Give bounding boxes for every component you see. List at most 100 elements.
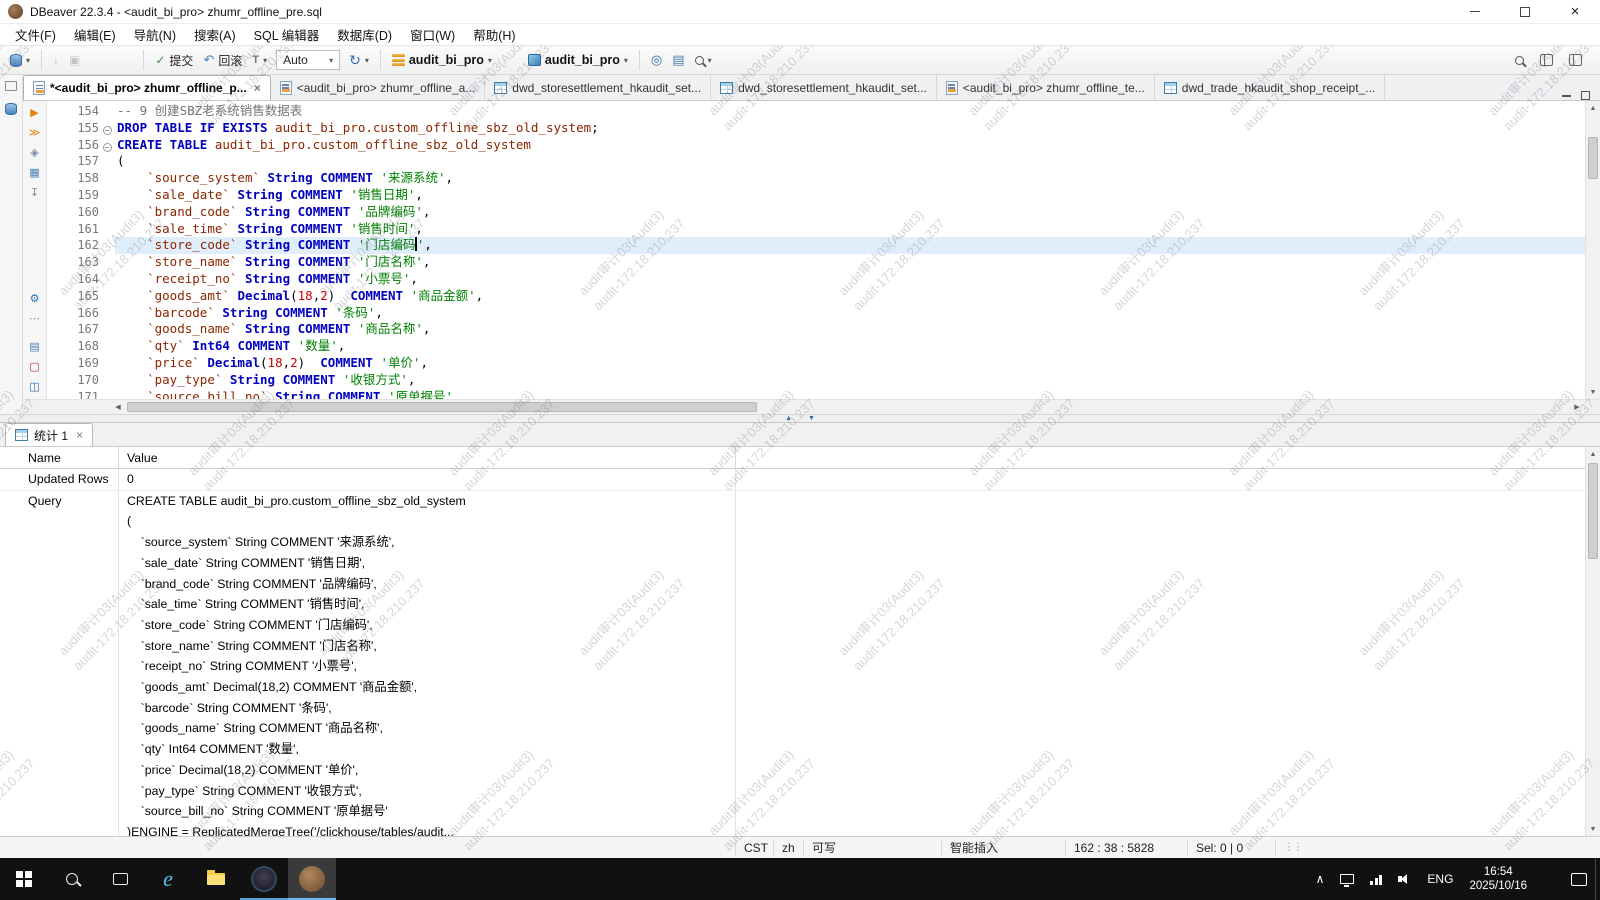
fetch-page-button[interactable]: ↓	[48, 48, 64, 72]
taskbar-clock[interactable]: 16:54 2025/10/16	[1461, 858, 1535, 900]
menu-item[interactable]: 搜索(A)	[185, 24, 245, 45]
result-value-cell[interactable]: 0	[119, 469, 736, 490]
editor-tab[interactable]: dwd_trade_hkaudit_shop_receipt_...	[1155, 75, 1385, 100]
code-text[interactable]: `brand_code` String COMMENT '品牌编码',	[115, 204, 1585, 221]
code-line[interactable]: 169 `price` Decimal(18,2) COMMENT '单价',	[47, 355, 1585, 372]
code-line[interactable]: 170 `pay_type` String COMMENT '收银方式',	[47, 372, 1585, 389]
minimize-view-icon[interactable]	[1562, 95, 1571, 97]
result-name-cell[interactable]: Query	[0, 491, 119, 836]
transaction-mode-button[interactable]: T▾	[247, 48, 272, 72]
result-name-cell[interactable]: Updated Rows	[0, 469, 119, 490]
taskbar-search-button[interactable]	[48, 858, 96, 900]
code-text[interactable]: (	[115, 153, 1585, 170]
column-header-name[interactable]: Name	[0, 447, 119, 468]
result-row[interactable]: QueryCREATE TABLE audit_bi_pro.custom_of…	[0, 491, 1600, 836]
code-text[interactable]: `source_bill_no` String COMMENT '原单据号'	[115, 389, 1585, 399]
menu-item[interactable]: 数据库(D)	[328, 24, 401, 45]
code-text[interactable]: `store_code` String COMMENT '门店编码',	[115, 237, 1585, 254]
stats-tab[interactable]: 统计 1 ×	[5, 423, 93, 446]
result-row[interactable]: Updated Rows0	[0, 469, 1600, 491]
code-line[interactable]: 155DROP TABLE IF EXISTS audit_bi_pro.cus…	[47, 120, 1585, 137]
start-button[interactable]	[0, 858, 48, 900]
code-text[interactable]: `goods_name` String COMMENT '商品名称',	[115, 321, 1585, 338]
panel-splitter[interactable]: ▲ ▼	[0, 414, 1600, 423]
file-explorer-button[interactable]	[192, 858, 240, 900]
schema-selector[interactable]: audit_bi_pro▾	[523, 48, 633, 72]
scrollbar-thumb[interactable]	[127, 402, 757, 412]
code-text[interactable]: `pay_type` String COMMENT '收银方式',	[115, 372, 1585, 389]
perspective-switch-button[interactable]	[1564, 48, 1587, 72]
editor-horizontal-scrollbar[interactable]: ◀ ▶	[23, 399, 1600, 414]
maximize-button[interactable]	[1500, 0, 1550, 23]
collapse-icon[interactable]	[103, 126, 112, 135]
scroll-left-icon[interactable]: ◀	[111, 400, 125, 414]
code-text[interactable]: `qty` Int64 COMMENT '数量',	[115, 338, 1585, 355]
explain-plan-icon[interactable]: ◈	[30, 147, 38, 159]
code-line[interactable]: 163 `store_name` String COMMENT '门店名称',	[47, 254, 1585, 271]
results-vertical-scrollbar[interactable]: ▲ ▼	[1585, 447, 1600, 836]
code-line[interactable]: 164 `receipt_no` String COMMENT '小票号',	[47, 271, 1585, 288]
editor-tab[interactable]: *<audit_bi_pro> zhumr_offline_p...×	[23, 75, 271, 100]
task-view-button[interactable]	[96, 858, 144, 900]
tray-volume-button[interactable]	[1390, 858, 1419, 900]
result-grid-icon[interactable]: ▦	[29, 167, 39, 179]
code-text[interactable]: -- 9 创建SBZ老系统销售数据表	[115, 103, 1585, 120]
minimize-button[interactable]	[1450, 0, 1500, 23]
code-line[interactable]: 158 `source_system` String COMMENT '来源系统…	[47, 170, 1585, 187]
editor-tab[interactable]: dwd_storesettlement_hkaudit_set...	[485, 75, 711, 100]
scrollbar-thumb[interactable]	[1588, 137, 1598, 179]
scroll-up-icon[interactable]: ▲	[1586, 101, 1600, 115]
code-line[interactable]: 156CREATE TABLE audit_bi_pro.custom_offl…	[47, 137, 1585, 154]
code-text[interactable]: `receipt_no` String COMMENT '小票号',	[115, 271, 1585, 288]
editor-tab[interactable]: dwd_storesettlement_hkaudit_set...	[711, 75, 937, 100]
menu-item[interactable]: 文件(F)	[6, 24, 65, 45]
language-indicator[interactable]: ENG	[1419, 858, 1461, 900]
code-text[interactable]: `sale_time` String COMMENT '销售时间',	[115, 221, 1585, 238]
new-connection-button[interactable]: ▾	[5, 48, 35, 72]
menu-item[interactable]: 导航(N)	[125, 24, 185, 45]
script-log-icon[interactable]: ▤	[29, 341, 39, 353]
code-line[interactable]: 154-- 9 创建SBZ老系统销售数据表	[47, 103, 1585, 120]
internet-explorer-button[interactable]: e	[144, 858, 192, 900]
output-console-button[interactable]: ▤	[667, 48, 689, 72]
code-text[interactable]: `store_name` String COMMENT '门店名称',	[115, 254, 1585, 271]
quick-search-button[interactable]	[1510, 48, 1529, 72]
database-selector[interactable]: audit_bi_pro▾	[387, 48, 497, 72]
new-script-icon[interactable]: ◫	[29, 381, 39, 393]
code-text[interactable]: CREATE TABLE audit_bi_pro.custom_offline…	[115, 137, 1585, 154]
code-line[interactable]: 157(	[47, 153, 1585, 170]
menu-item[interactable]: 帮助(H)	[464, 24, 524, 45]
close-script-icon[interactable]: ▢	[29, 361, 39, 373]
code-line[interactable]: 165 `goods_amt` Decimal(18,2) COMMENT '商…	[47, 288, 1585, 305]
export-data-icon[interactable]: ↧	[30, 187, 39, 199]
code-line[interactable]: 161 `sale_time` String COMMENT '销售时间',	[47, 221, 1585, 238]
scroll-down-icon[interactable]: ▼	[1586, 822, 1600, 836]
execute-script-icon[interactable]: ≫	[29, 127, 41, 139]
scroll-down-icon[interactable]: ▼	[1586, 385, 1600, 399]
tray-pc-button[interactable]	[1332, 858, 1362, 900]
code-line[interactable]: 167 `goods_name` String COMMENT '商品名称',	[47, 321, 1585, 338]
tray-network-button[interactable]	[1362, 858, 1390, 900]
action-center-button[interactable]	[1563, 858, 1595, 900]
database-navigator-icon[interactable]	[5, 103, 17, 115]
sql-editor[interactable]: 154-- 9 创建SBZ老系统销售数据表155DROP TABLE IF EX…	[47, 101, 1585, 399]
sync-connection-button[interactable]: ◎	[646, 48, 667, 72]
execute-statement-icon[interactable]: ▶	[30, 107, 38, 119]
close-icon[interactable]: ×	[254, 81, 261, 95]
commit-button[interactable]: ✓提交	[150, 48, 198, 72]
rollback-button[interactable]: ↶回滚	[198, 48, 247, 72]
show-desktop-button[interactable]	[1595, 858, 1600, 900]
settings-icon[interactable]: ⚙	[30, 293, 40, 305]
column-header-value[interactable]: Value	[119, 447, 736, 468]
collapse-icon[interactable]	[103, 143, 112, 152]
code-text[interactable]: `price` Decimal(18,2) COMMENT '单价',	[115, 355, 1585, 372]
save-button[interactable]: ▣	[64, 48, 85, 72]
code-text[interactable]: DROP TABLE IF EXISTS audit_bi_pro.custom…	[115, 120, 1585, 137]
code-line[interactable]: 171 `source_bill_no` String COMMENT '原单据…	[47, 389, 1585, 399]
dbeaver-taskbar-button[interactable]	[288, 858, 336, 900]
splitter-up-icon[interactable]: ▲	[785, 415, 792, 422]
code-line[interactable]: 162 `store_code` String COMMENT '门店编码',	[47, 237, 1585, 254]
refresh-button[interactable]: ↻▾	[344, 48, 374, 72]
autocommit-combo[interactable]: Auto▾	[276, 50, 340, 70]
close-icon[interactable]: ×	[76, 428, 83, 442]
